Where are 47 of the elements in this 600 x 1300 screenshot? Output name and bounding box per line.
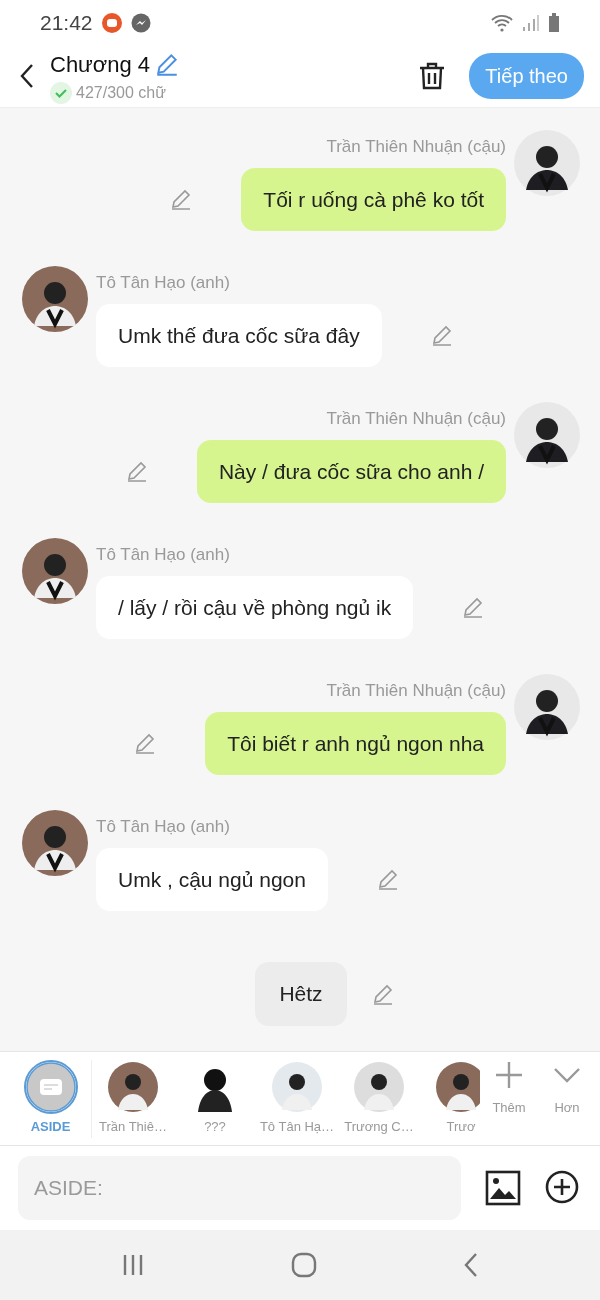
message-bubble: / lấy / rồi cậu về phòng ngủ ik (96, 575, 414, 639)
speaker-name: Trần Thiên Nhuận (cậu) (326, 680, 506, 702)
character-option[interactable] (270, 1060, 324, 1114)
speaker-name: Tô Tân Hạo (anh) (96, 544, 230, 566)
back-icon (20, 63, 34, 89)
message-bubble: Tôi biết r anh ngủ ngon nha (205, 711, 506, 775)
strip-action[interactable]: Hơn (538, 1060, 596, 1118)
character-label: Trương C… (344, 1118, 414, 1136)
record-icon (100, 11, 123, 34)
character-label: ASIDE (30, 1118, 71, 1136)
recent-apps-icon[interactable] (121, 1253, 145, 1277)
speaker-name: Tô Tân Hạo (anh) (96, 816, 230, 838)
messenger-icon (130, 12, 151, 33)
trash-icon (419, 62, 446, 90)
strip-action[interactable]: Thêm (480, 1060, 538, 1118)
message-bubble: Umk thế đưa cốc sữa đây (96, 303, 382, 367)
home-icon[interactable] (291, 1252, 317, 1278)
message-bubble: Tối r uống cà phê ko tốt (241, 167, 506, 231)
character-label: Trươ (446, 1118, 476, 1136)
clock-time: 21:42 (40, 9, 93, 36)
image-icon[interactable] (485, 1170, 521, 1206)
check-icon (50, 81, 72, 104)
wifi-icon (490, 12, 514, 33)
text-input[interactable]: ASIDE: (18, 1156, 461, 1220)
plus-icon (494, 1060, 524, 1090)
back-icon[interactable] (463, 1252, 479, 1278)
character-option[interactable] (434, 1060, 480, 1114)
speaker-name: Trần Thiên Nhuận (cậu) (326, 136, 506, 158)
add-icon[interactable] (545, 1170, 579, 1204)
next-button[interactable]: Tiếp theo (469, 53, 584, 99)
character-label: ??? (204, 1118, 226, 1136)
speaker-name: Tô Tân Hạo (anh) (96, 272, 230, 294)
back-button[interactable] (20, 63, 34, 89)
speaker-name: Trần Thiên Nhuận (cậu) (326, 408, 506, 430)
character-option[interactable] (106, 1060, 160, 1114)
aside-icon (25, 1062, 76, 1112)
battery-icon (548, 12, 560, 33)
character-option[interactable] (352, 1060, 406, 1114)
word-count: 427/300 chữ (76, 82, 166, 103)
character-label: Trần Thiê… (99, 1118, 167, 1136)
message-bubble: Umk , cậu ngủ ngon (96, 847, 328, 911)
delete-button[interactable] (419, 62, 446, 90)
message-bubble: Này / đưa cốc sữa cho anh / (196, 439, 506, 503)
signal-icon (522, 13, 540, 32)
chapter-title: Chương 4 (50, 50, 151, 79)
aside-bubble: Hêtz (255, 962, 347, 1026)
character-label: Tô Tân Hạ… (259, 1118, 335, 1136)
